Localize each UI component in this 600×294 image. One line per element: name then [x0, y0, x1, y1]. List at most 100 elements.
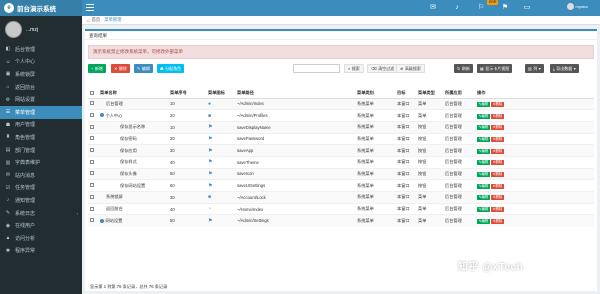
- row-delete-button[interactable]: ✕删除: [491, 207, 504, 213]
- row-edit-button[interactable]: ✎编辑: [477, 183, 490, 189]
- sidebar-item[interactable]: ⚙ 网站设置: [0, 93, 82, 106]
- table-row[interactable]: 保存应用 30 ⚑ saveApp 系统菜单 本窗口 按钮 后台管理 ✎编辑 ✕删除: [88, 144, 594, 157]
- sidebar-item[interactable]: ⌂ 返回前台: [0, 81, 82, 94]
- expand-icon[interactable]: [100, 113, 104, 118]
- row-delete-button[interactable]: ✕删除: [491, 148, 504, 154]
- columns-button[interactable]: ▥ 列 ▾: [525, 64, 544, 73]
- menu-target-cell: 本窗口: [395, 167, 416, 180]
- clear-filter-button[interactable]: ⌫ 清空过滤: [367, 64, 399, 73]
- row-checkbox[interactable]: [90, 206, 94, 211]
- sidebar-item[interactable]: ☑ 任务管理: [0, 182, 82, 195]
- search-input[interactable]: [293, 64, 340, 73]
- col-header[interactable]: 菜单图标: [206, 89, 235, 99]
- select-all-checkbox[interactable]: [90, 90, 94, 95]
- table-row[interactable]: 保存头像 50 ⚑ saveIcon 系统菜单 本窗口 按钮 后台管理 ✎编辑 ✕删除: [88, 167, 594, 180]
- col-header[interactable]: 菜单类型: [416, 89, 443, 99]
- row-edit-button[interactable]: ✎编辑: [477, 160, 490, 166]
- edit-button[interactable]: ✎ 编辑: [134, 64, 153, 73]
- flag-icon[interactable]: ⚑: [500, 3, 510, 13]
- sidebar-item[interactable]: ✱ 程序异常: [0, 245, 82, 258]
- row-checkbox[interactable]: [90, 136, 94, 141]
- row-edit-button[interactable]: ✎编辑: [477, 218, 490, 224]
- table-row[interactable]: 系统锁屏 30 ■ ~/Account/Lock 系统菜单 本窗口 菜单 后台管理 ✎编辑 ✕删除: [88, 191, 594, 204]
- row-checkbox[interactable]: [90, 171, 94, 176]
- sidebar-item[interactable]: ▥ 字典表维护: [0, 156, 82, 169]
- sidebar-item[interactable]: ▣ 系统锁屏: [0, 68, 82, 81]
- table-row[interactable]: 后台管理 10 ● ~/Admin/Index 系统菜单 本窗口 菜单 后台管理 ✎编辑 ✕删除: [88, 97, 594, 110]
- sidebar-item[interactable]: ✉ 站内消息: [0, 169, 82, 182]
- row-edit-button[interactable]: ✎编辑: [477, 195, 490, 201]
- table-row[interactable]: 保存样式 40 ⚑ saveTheme 系统菜单 本窗口 按钮 后台管理 ✎编辑 ✕删除: [88, 155, 594, 169]
- row-delete-button[interactable]: ✕删除: [491, 136, 504, 142]
- table-row[interactable]: 返回前台 40 ◔ ~/Home/Index 系统菜单 本窗口 菜单 后台管理 ✎编辑 ✕删除: [88, 202, 594, 215]
- table-row[interactable]: 保存密码 20 ⚑ savePassword 系统菜单 本窗口 按钮 后台管理 ✎编辑 ✕删除: [88, 132, 594, 145]
- row-delete-button[interactable]: ✕删除: [491, 125, 504, 131]
- table-row[interactable]: 网站设置 50 ⚑ ~/Admin/Settings 系统菜单 本窗口 菜单 后台管理 ✎编辑 ✕…: [88, 214, 594, 227]
- sidebar-item[interactable]: ▲ 访问分析: [0, 232, 82, 245]
- row-checkbox[interactable]: [90, 101, 94, 106]
- mail-icon[interactable]: ✉: [428, 3, 438, 13]
- sidebar-item[interactable]: ▤ 部门管理: [0, 144, 82, 157]
- sidebar-item[interactable]: ♪ 通知管理: [0, 194, 82, 207]
- row-edit-button[interactable]: ✎编辑: [477, 113, 490, 119]
- row-checkbox[interactable]: [90, 113, 94, 118]
- sidebar-item[interactable]: ♜ 角色管理: [0, 131, 82, 144]
- row-delete-button[interactable]: ✕删除: [491, 183, 504, 189]
- menu-table: 菜单名称 菜单序号 菜单图标 菜单路径 菜单类别 目标 菜单类型 所属应用 操作…: [88, 89, 594, 227]
- row-checkbox[interactable]: [90, 124, 94, 129]
- row-delete-button[interactable]: ✕删除: [491, 171, 504, 177]
- menu-icon-cell: ⚑: [206, 167, 235, 180]
- sidebar-item[interactable]: ✎ 系统日志 ‹: [0, 207, 82, 220]
- row-delete-button[interactable]: ✕删除: [491, 218, 504, 224]
- tab-home[interactable]: ⌂ 首页: [87, 17, 100, 23]
- row-edit-button[interactable]: ✎编辑: [477, 148, 490, 154]
- sidebar-menu: ◧ 后台管理 ☺ 个人中心 ▣ 系统锁屏 ⌂ 返回前台 ⚙ 网站设置 ☰ 菜单管理 ☗ 用户管理 ♜ 角色管理…: [0, 43, 82, 257]
- table-row[interactable]: 保存显示名称 10 ⚑ saveDisplayName 系统菜单 本窗口 按钮 后台管理 ✎编辑…: [88, 120, 594, 134]
- search-button[interactable]: ⌕ 搜索: [344, 64, 364, 73]
- row-edit-button[interactable]: ✎编辑: [477, 125, 490, 131]
- row-delete-button[interactable]: ✕删除: [491, 101, 504, 107]
- sidebar-toggle-icon[interactable]: [86, 4, 94, 12]
- screen-icon[interactable]: ▭: [522, 3, 532, 13]
- sidebar-user-name: ...mzj: [26, 26, 38, 33]
- task-icon[interactable]: ⚐: [476, 3, 486, 13]
- row-edit-button[interactable]: ✎编辑: [477, 136, 490, 142]
- sidebar-item[interactable]: ☰ 菜单管理: [0, 105, 82, 119]
- row-checkbox[interactable]: [90, 194, 94, 199]
- refresh-button[interactable]: ↻ 刷新: [454, 64, 473, 73]
- expand-icon[interactable]: [100, 218, 104, 223]
- col-header[interactable]: 菜单路径: [235, 89, 355, 99]
- columns-icon: ▥: [528, 66, 532, 71]
- col-header[interactable]: 所属应用: [443, 89, 475, 99]
- col-header[interactable]: 目标: [395, 89, 416, 99]
- sidebar-item[interactable]: ☗ 用户管理: [0, 119, 82, 132]
- table-row[interactable]: 保存网站设置 60 ⚑ saveUISettings 系统菜单 本窗口 按钮 后台管理 ✎编辑 ✕…: [88, 179, 594, 192]
- col-header[interactable]: 菜单类别: [355, 89, 395, 99]
- sidebar-item[interactable]: ☺ 个人中心: [0, 56, 82, 69]
- col-header[interactable]: 菜单名称: [98, 89, 168, 99]
- bell-icon[interactable]: ♪: [452, 3, 462, 13]
- row-checkbox[interactable]: [90, 183, 94, 188]
- row-delete-button[interactable]: ✕删除: [491, 195, 504, 201]
- row-edit-button[interactable]: ✎编辑: [477, 171, 490, 177]
- row-delete-button[interactable]: ✕删除: [491, 113, 504, 119]
- row-delete-button[interactable]: ✕删除: [491, 160, 504, 166]
- brand[interactable]: e 前台演示系统: [0, 0, 82, 16]
- advanced-search-button[interactable]: ⊕ 高级搜索: [396, 64, 425, 73]
- delete-button[interactable]: ✕ 删除: [111, 64, 130, 73]
- row-checkbox[interactable]: [90, 148, 94, 153]
- table-row[interactable]: 个人中心 20 ■ ~/Admin/Profiles 系统菜单 本窗口 菜单 后台管理 ✎编辑 ✕…: [88, 109, 594, 122]
- row-edit-button[interactable]: ✎编辑: [477, 207, 490, 213]
- sidebar-item[interactable]: ◉ 在线用户: [0, 219, 82, 232]
- sidebar-item[interactable]: ◧ 后台管理: [0, 43, 82, 56]
- row-checkbox[interactable]: [90, 159, 94, 164]
- row-edit-button[interactable]: ✎编辑: [477, 101, 490, 107]
- export-button[interactable]: ⤓ 导出数据 ▾: [550, 64, 579, 73]
- assign-role-button[interactable]: ☗ 分配角色: [157, 64, 185, 73]
- user-menu[interactable]: mystcz: [566, 3, 588, 10]
- tab-menu-manage[interactable]: 菜单管理: [104, 17, 121, 23]
- card-view-button[interactable]: ▦ 显示卡片视图: [477, 64, 513, 73]
- add-button[interactable]: + 新增: [88, 64, 106, 73]
- col-header[interactable]: 菜单序号: [168, 89, 206, 99]
- row-checkbox[interactable]: [90, 218, 94, 223]
